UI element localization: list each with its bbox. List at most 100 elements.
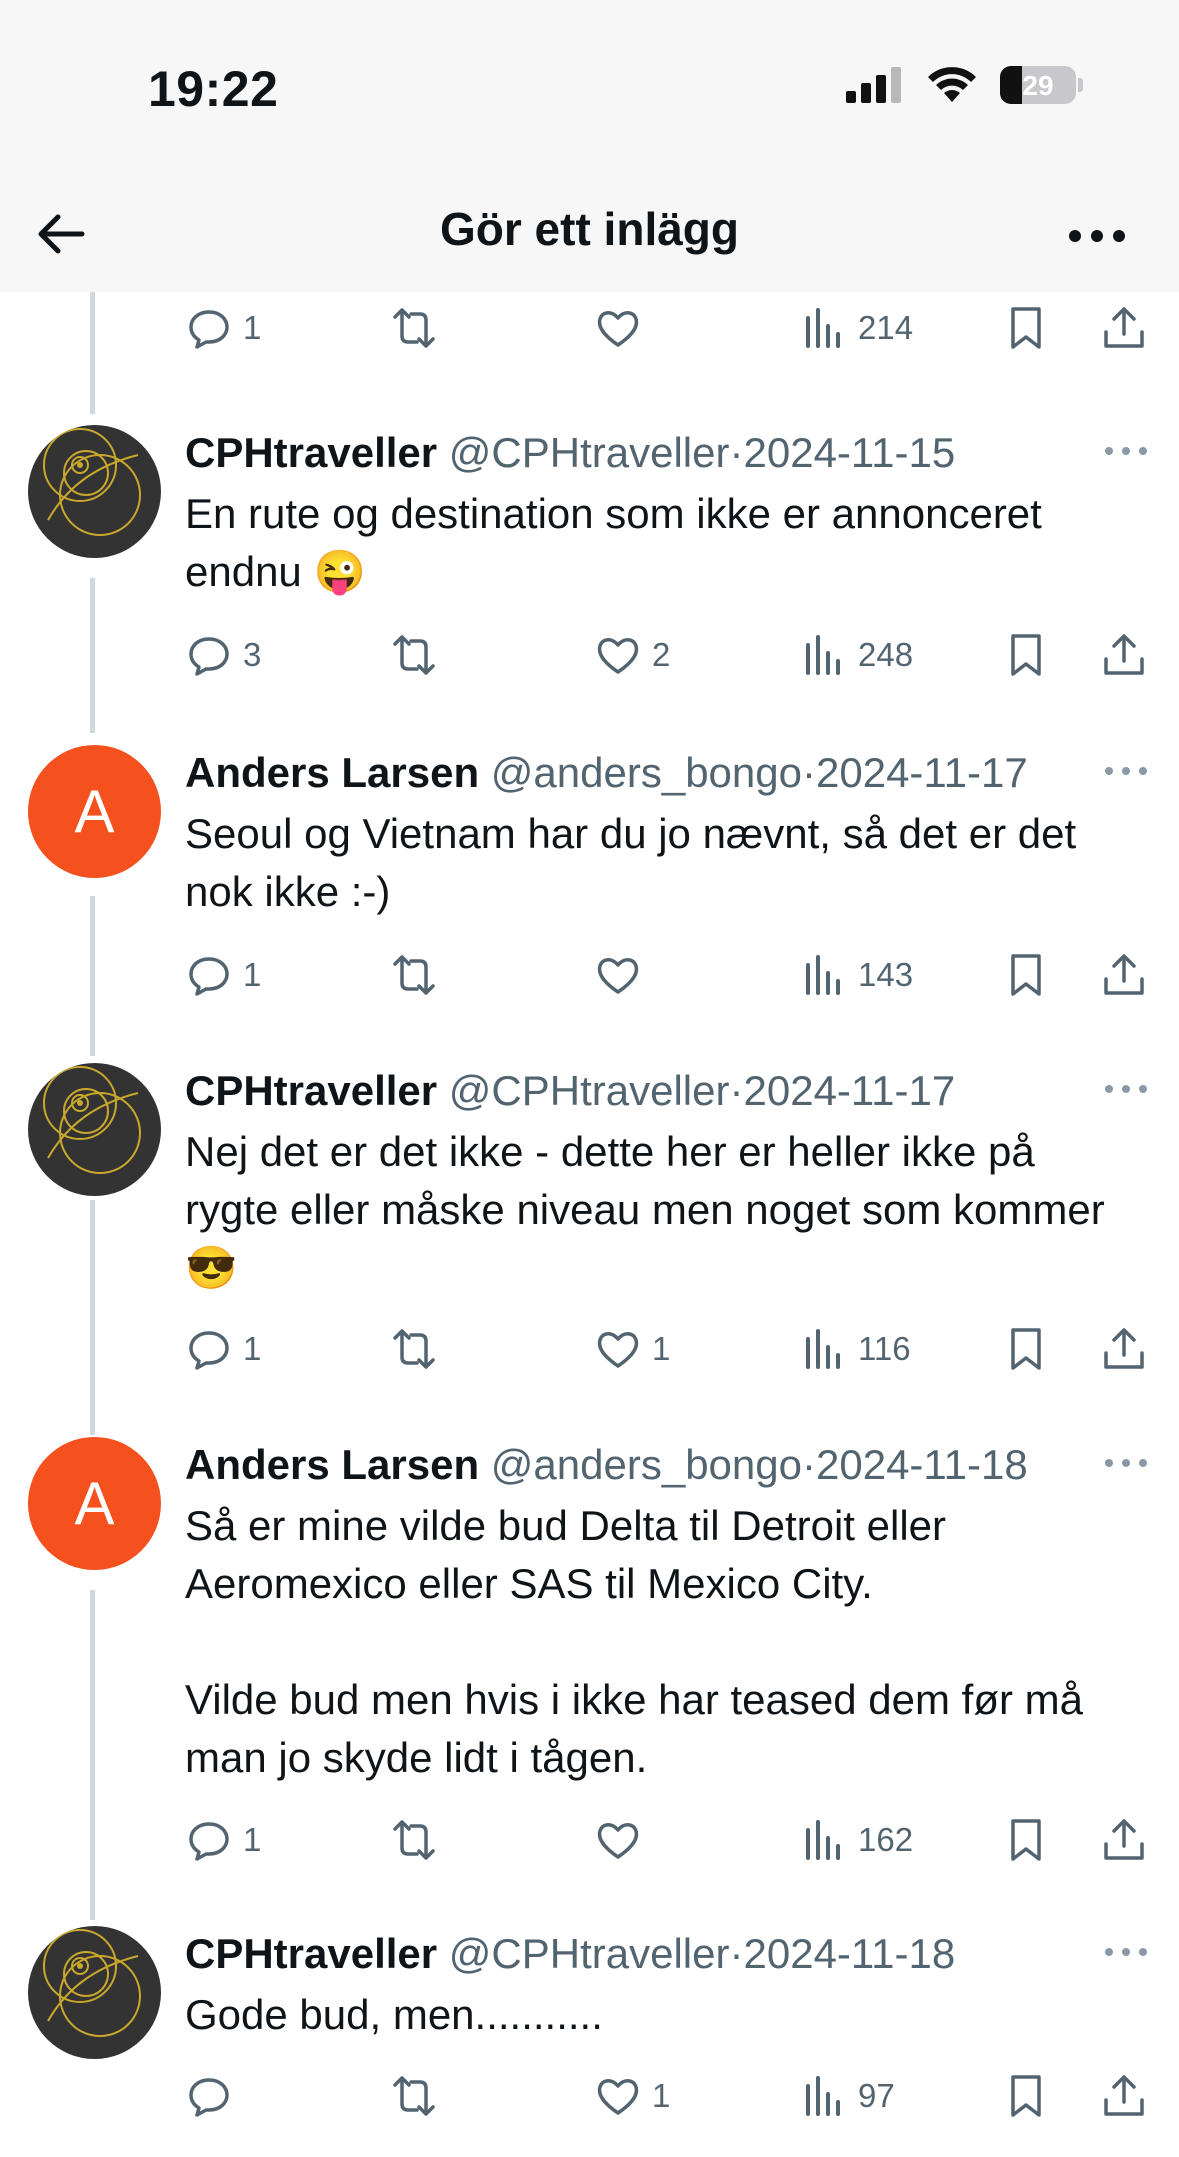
share-button[interactable] xyxy=(1100,625,1148,685)
reply-icon xyxy=(189,2078,229,2117)
tweet-more-icon[interactable] xyxy=(1101,1077,1151,1101)
reply-button[interactable] xyxy=(185,2066,233,2126)
separator-dot: · xyxy=(729,429,744,476)
status-icons: 29 xyxy=(846,66,1083,104)
user-handle[interactable]: @CPHtraveller xyxy=(449,429,730,476)
retweet-button[interactable] xyxy=(390,945,438,1005)
reply-button[interactable]: 1 xyxy=(185,298,261,358)
more-options-icon[interactable] xyxy=(1065,216,1129,256)
views-count: 248 xyxy=(858,636,914,673)
bookmark-button[interactable] xyxy=(1002,1810,1050,1870)
retweet-button[interactable] xyxy=(390,1319,438,1379)
share-button[interactable] xyxy=(1100,2066,1148,2126)
page-title: Gör ett inlägg xyxy=(440,203,739,255)
retweet-icon xyxy=(393,635,435,675)
like-button[interactable] xyxy=(594,945,642,1005)
cellular-signal-icon xyxy=(846,67,901,103)
share-button[interactable] xyxy=(1100,1810,1148,1870)
views-button[interactable]: 143 xyxy=(800,945,913,1005)
retweet-icon xyxy=(393,308,435,348)
display-name[interactable]: CPHtraveller xyxy=(185,1930,437,1977)
tweet-actions: 3 2 248 xyxy=(0,625,1179,685)
bookmark-button[interactable] xyxy=(1002,1319,1050,1379)
display-name[interactable]: CPHtraveller xyxy=(185,429,437,476)
retweet-button[interactable] xyxy=(390,2066,438,2126)
avatar[interactable] xyxy=(28,1926,161,2059)
retweet-button[interactable] xyxy=(390,625,438,685)
share-button[interactable] xyxy=(1100,1319,1148,1379)
display-name[interactable]: Anders Larsen xyxy=(185,749,479,796)
bookmark-button[interactable] xyxy=(1002,298,1050,358)
thread-line xyxy=(90,1590,95,1920)
share-button[interactable] xyxy=(1100,298,1148,358)
tweet-more-icon[interactable] xyxy=(1101,1940,1151,1964)
views-chart-icon xyxy=(806,955,840,995)
user-handle[interactable]: @anders_bongo xyxy=(491,749,802,796)
status-time: 19:22 xyxy=(148,61,279,117)
tweet-body: Seoul og Vietnam har du jo nævnt, så det… xyxy=(185,805,1120,921)
tweet-text: En rute og destination som ikke er annon… xyxy=(185,490,1042,595)
like-button[interactable] xyxy=(594,298,642,358)
battery-icon: 29 xyxy=(1000,66,1076,104)
bookmark-icon xyxy=(1011,634,1041,676)
tweet-body: En rute og destination som ikke er annon… xyxy=(185,485,1120,601)
tweet-date[interactable]: 2024-11-17 xyxy=(744,1067,956,1114)
tweet-body: Gode bud, men........... xyxy=(185,1986,1120,2044)
reply-icon xyxy=(189,1822,229,1861)
status-bar: 19:22 29 xyxy=(0,0,1179,180)
wifi-icon xyxy=(928,67,976,102)
tweet-more-icon[interactable] xyxy=(1101,759,1151,783)
heart-icon xyxy=(597,311,639,347)
reply-count: 1 xyxy=(243,309,262,346)
views-button[interactable]: 214 xyxy=(800,298,913,358)
tweet-date[interactable]: 2024-11-17 xyxy=(816,749,1028,796)
share-icon xyxy=(1104,1819,1144,1860)
bookmark-button[interactable] xyxy=(1002,2066,1050,2126)
like-button[interactable] xyxy=(594,1810,642,1870)
like-button[interactable]: 1 xyxy=(594,2066,670,2126)
views-button[interactable]: 97 xyxy=(800,2066,895,2126)
avatar[interactable]: A xyxy=(28,1437,161,1570)
likes-count: 1 xyxy=(652,2077,671,2114)
views-chart-icon xyxy=(806,2076,840,2116)
bookmark-button[interactable] xyxy=(1002,945,1050,1005)
user-handle[interactable]: @CPHtraveller xyxy=(449,1067,730,1114)
retweet-button[interactable] xyxy=(390,1810,438,1870)
reply-button[interactable]: 3 xyxy=(185,625,261,685)
share-button[interactable] xyxy=(1100,945,1148,1005)
views-button[interactable]: 116 xyxy=(800,1319,911,1379)
views-button[interactable]: 162 xyxy=(800,1810,913,1870)
reply-icon xyxy=(189,957,229,996)
avatar[interactable] xyxy=(28,1063,161,1196)
retweet-icon xyxy=(393,2076,435,2116)
tweet-actions: 1 143 xyxy=(0,945,1179,1005)
bookmark-button[interactable] xyxy=(1002,625,1050,685)
reply-button[interactable]: 1 xyxy=(185,1810,261,1870)
tweet-date[interactable]: 2024-11-15 xyxy=(744,429,956,476)
cphtraveller-logo-icon xyxy=(28,1063,161,1196)
views-button[interactable]: 248 xyxy=(800,625,913,685)
cphtraveller-logo-icon xyxy=(28,425,161,558)
views-count: 162 xyxy=(858,1821,914,1858)
tweet-more-icon[interactable] xyxy=(1101,439,1151,463)
user-handle[interactable]: @anders_bongo xyxy=(491,1441,802,1488)
heart-icon xyxy=(597,2079,639,2115)
like-button[interactable]: 2 xyxy=(594,625,670,685)
like-button[interactable]: 1 xyxy=(594,1319,670,1379)
display-name[interactable]: CPHtraveller xyxy=(185,1067,437,1114)
separator-dot: · xyxy=(802,749,816,796)
tweet-more-icon[interactable] xyxy=(1101,1451,1151,1475)
reply-button[interactable]: 1 xyxy=(185,1319,261,1379)
tweet-date[interactable]: 2024-11-18 xyxy=(816,1441,1028,1488)
user-handle[interactable]: @CPHtraveller xyxy=(449,1930,730,1977)
display-name[interactable]: Anders Larsen xyxy=(185,1441,479,1488)
views-count: 143 xyxy=(858,956,914,993)
cphtraveller-logo-icon xyxy=(28,1926,161,2059)
avatar[interactable]: A xyxy=(28,745,161,878)
avatar[interactable] xyxy=(28,425,161,558)
tweet-date[interactable]: 2024-11-18 xyxy=(744,1930,956,1977)
reply-button[interactable]: 1 xyxy=(185,945,261,1005)
tweet-text: Vilde bud men hvis i ikke har teased dem… xyxy=(185,1676,1083,1781)
retweet-button[interactable] xyxy=(390,298,438,358)
replies-count: 1 xyxy=(243,956,262,993)
